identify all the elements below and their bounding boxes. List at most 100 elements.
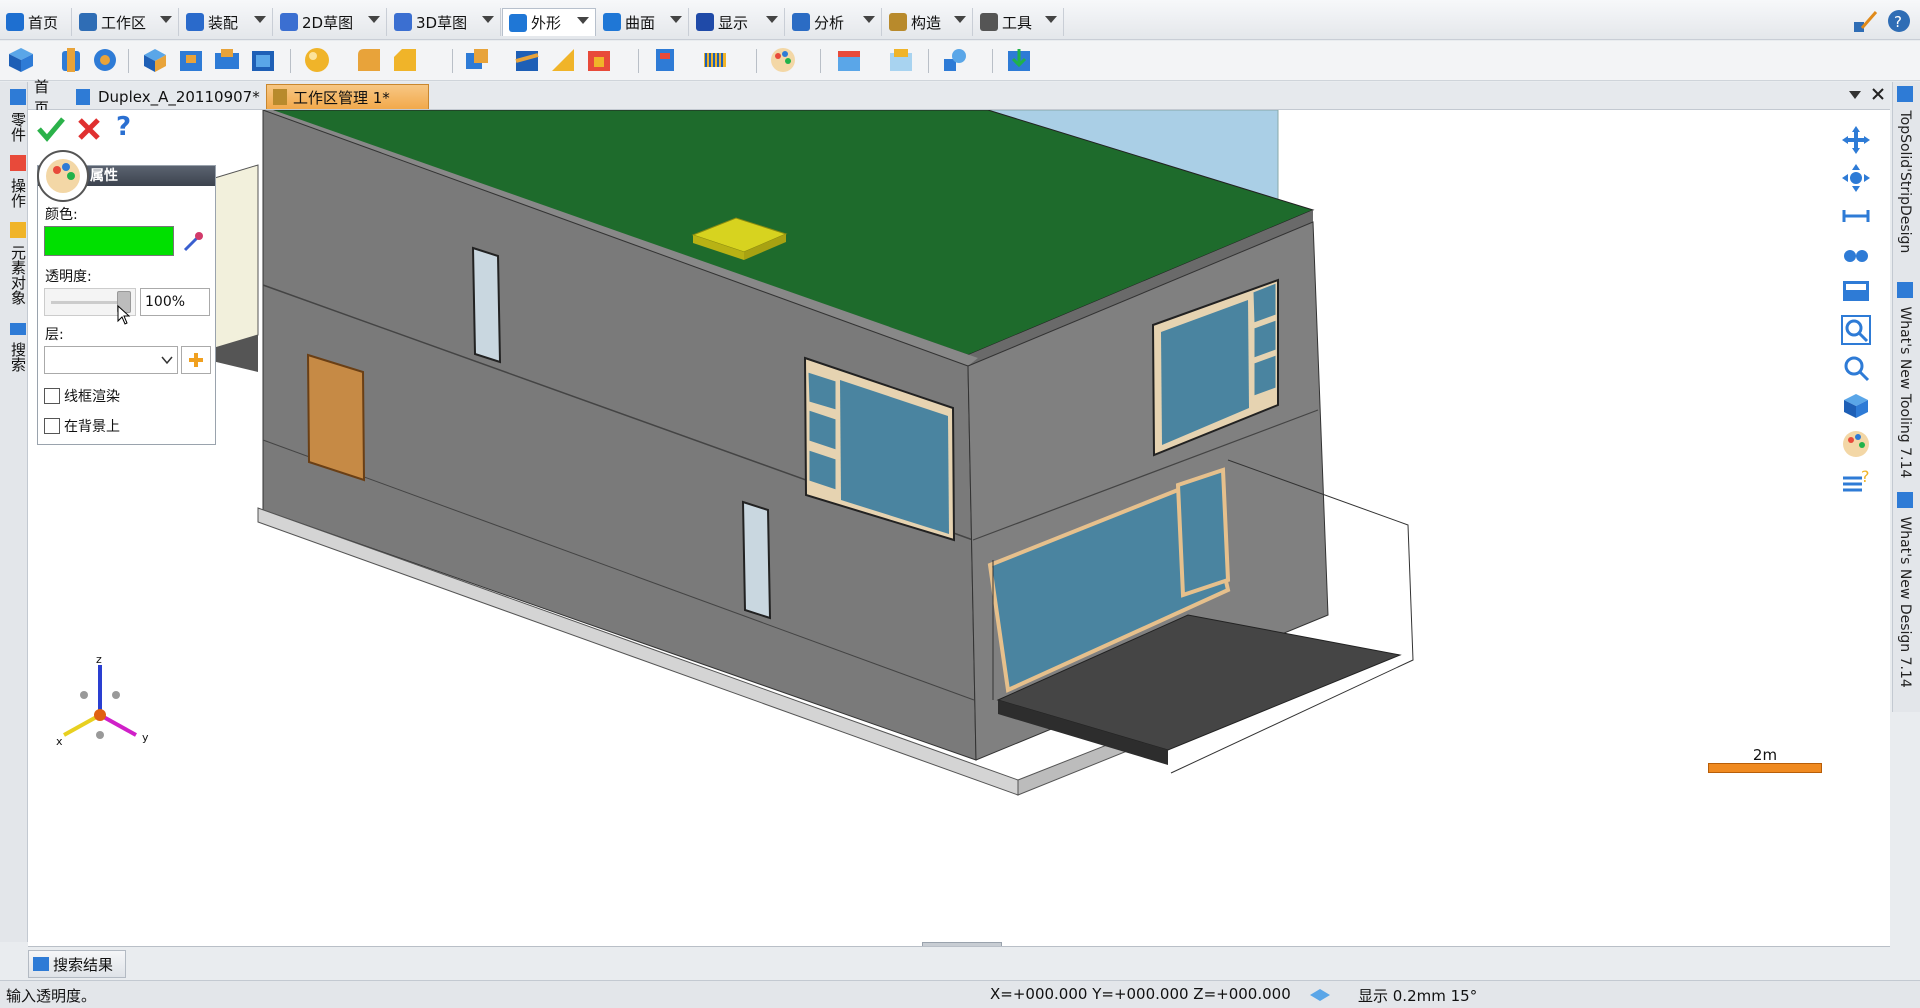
chevron-down-icon[interactable] bbox=[254, 16, 266, 23]
cancel-icon[interactable] bbox=[76, 116, 102, 142]
color-swatch[interactable] bbox=[44, 226, 174, 256]
view-layout-icon[interactable] bbox=[1840, 276, 1872, 308]
tab-workspace-manager[interactable]: 工作区管理 1* bbox=[266, 84, 429, 109]
rail-tab-whats-new-tooling[interactable]: What's New Tooling 7.14 bbox=[1897, 282, 1913, 482]
options-icon[interactable] bbox=[1852, 8, 1880, 36]
menu-tab-surface[interactable]: 曲面 bbox=[597, 8, 689, 36]
chevron-down-icon[interactable] bbox=[368, 16, 380, 23]
tools-icon bbox=[980, 13, 998, 31]
menu-tab-shape[interactable]: 外形 bbox=[502, 8, 596, 36]
extrude-icon[interactable] bbox=[140, 45, 170, 75]
chevron-down-icon[interactable] bbox=[482, 16, 494, 23]
menu-tab-construct[interactable]: 构造 bbox=[883, 8, 973, 36]
elements-icon bbox=[10, 221, 26, 238]
fillet-icon[interactable] bbox=[354, 45, 384, 75]
chamfer-icon[interactable] bbox=[390, 45, 420, 75]
import-icon[interactable] bbox=[1004, 45, 1034, 75]
tab-list-icon[interactable] bbox=[1848, 88, 1862, 102]
rail-tab-whats-new-design[interactable]: What's New Design 7.14 bbox=[1897, 492, 1913, 702]
draft-icon[interactable] bbox=[584, 45, 614, 75]
zoom-fit-icon[interactable] bbox=[1840, 314, 1872, 346]
menu-bar: 首页 工作区 装配 2D草图 3D草图 外形 曲面 显示 分析 构造 工具 ? bbox=[0, 0, 1920, 40]
pan-icon[interactable] bbox=[1840, 124, 1872, 156]
splitter-handle[interactable] bbox=[922, 942, 1002, 946]
chevron-down-icon[interactable] bbox=[863, 16, 875, 23]
shape-icon bbox=[509, 13, 527, 32]
search-tool-icon[interactable] bbox=[940, 45, 970, 75]
help-icon[interactable]: ? bbox=[1886, 8, 1912, 34]
cylinder-icon[interactable] bbox=[56, 45, 86, 75]
chevron-down-icon[interactable] bbox=[1045, 16, 1057, 23]
analysis-icon bbox=[792, 13, 810, 31]
document-tabs: 首页 Duplex_A_20110907* 工作区管理 1* bbox=[28, 78, 1890, 117]
split-icon[interactable] bbox=[548, 45, 578, 75]
menu-tab-display[interactable]: 显示 bbox=[690, 8, 785, 36]
boolean-icon[interactable] bbox=[462, 45, 492, 75]
axis-y-label: y bbox=[142, 731, 149, 744]
wireframe-checkbox[interactable] bbox=[44, 388, 60, 404]
close-icon[interactable] bbox=[1870, 86, 1886, 102]
house-model[interactable] bbox=[28, 110, 1890, 947]
menu-tab-analysis[interactable]: 分析 bbox=[786, 8, 882, 36]
block-icon[interactable] bbox=[6, 45, 36, 75]
rail-tab-stripdesign[interactable]: TopSolid'StripDesign bbox=[1897, 86, 1913, 276]
binoculars-icon[interactable] bbox=[1840, 238, 1872, 270]
menu-tab-2d-sketch[interactable]: 2D草图 bbox=[274, 8, 387, 36]
3d-viewport[interactable]: ? ? z x y 2m bbox=[28, 110, 1890, 947]
menu-tab-3d-sketch[interactable]: 3D草图 bbox=[388, 8, 501, 36]
cut-icon[interactable] bbox=[512, 45, 542, 75]
menu-tab-assembly[interactable]: 装配 bbox=[180, 8, 273, 36]
axis-triad[interactable]: z x y bbox=[44, 653, 154, 755]
tab-home[interactable]: 首页 bbox=[28, 78, 68, 117]
search-results-tab[interactable]: 搜索结果 bbox=[28, 950, 126, 978]
spring-icon[interactable] bbox=[700, 45, 730, 75]
layer-label: 层: bbox=[45, 327, 64, 343]
rail-tab-search[interactable]: 搜索 bbox=[2, 318, 27, 376]
box-view-icon[interactable] bbox=[834, 45, 864, 75]
eyedropper-icon[interactable] bbox=[181, 230, 205, 254]
thread-icon[interactable] bbox=[650, 45, 680, 75]
revolve-icon[interactable] bbox=[90, 45, 120, 75]
material-icon[interactable] bbox=[886, 45, 916, 75]
layers-help-icon[interactable]: ? bbox=[1840, 466, 1872, 498]
chevron-down-icon[interactable] bbox=[577, 17, 589, 24]
sphere-icon[interactable] bbox=[302, 45, 332, 75]
menu-tab-tools[interactable]: 工具 bbox=[974, 8, 1064, 36]
cursor-icon bbox=[117, 304, 131, 325]
add-layer-button[interactable] bbox=[181, 346, 211, 374]
pocket-icon[interactable] bbox=[176, 45, 206, 75]
shell-icon[interactable] bbox=[248, 45, 278, 75]
display-mode-icon[interactable] bbox=[1308, 987, 1332, 1003]
rail-tab-elements[interactable]: 元素对象 bbox=[2, 218, 27, 308]
transparency-input[interactable]: 100% bbox=[140, 288, 210, 316]
home-icon bbox=[6, 13, 24, 31]
tab-duplex[interactable]: Duplex_A_20110907* bbox=[70, 84, 294, 109]
rail-tab-parts[interactable]: 零件 bbox=[2, 86, 27, 144]
binoculars-icon bbox=[10, 322, 26, 335]
confirm-icon[interactable] bbox=[36, 114, 66, 144]
menu-tab-home[interactable]: 首页 bbox=[0, 8, 72, 36]
layer-select[interactable] bbox=[44, 346, 178, 374]
palette-icon[interactable] bbox=[1840, 428, 1872, 460]
shaded-view-icon[interactable] bbox=[1840, 390, 1872, 422]
boss-icon[interactable] bbox=[212, 45, 242, 75]
color-label: 颜色: bbox=[45, 207, 78, 223]
display-icon bbox=[696, 13, 714, 31]
background-checkbox[interactable] bbox=[44, 418, 60, 434]
palette-icon[interactable] bbox=[768, 45, 798, 75]
chevron-down-icon[interactable] bbox=[954, 16, 966, 23]
chevron-down-icon[interactable] bbox=[160, 16, 172, 23]
status-display: 显示 0.2mm 15° bbox=[1358, 987, 1478, 1005]
wireframe-label: 线框渲染 bbox=[64, 389, 120, 405]
pencil-icon bbox=[280, 13, 298, 31]
rotate-icon[interactable] bbox=[1840, 162, 1872, 194]
chevron-down-icon[interactable] bbox=[670, 16, 682, 23]
chevron-down-icon[interactable] bbox=[766, 16, 778, 23]
help-icon[interactable]: ? bbox=[116, 112, 140, 142]
zoom-icon[interactable] bbox=[1840, 352, 1872, 384]
zoom-window-icon[interactable] bbox=[1840, 200, 1872, 232]
toolbar bbox=[0, 41, 1920, 81]
menu-tab-workspace[interactable]: 工作区 bbox=[73, 8, 179, 36]
rail-tab-operations[interactable]: 操作 bbox=[2, 152, 27, 210]
left-rail: 零件 操作 元素对象 搜索 bbox=[0, 82, 28, 942]
